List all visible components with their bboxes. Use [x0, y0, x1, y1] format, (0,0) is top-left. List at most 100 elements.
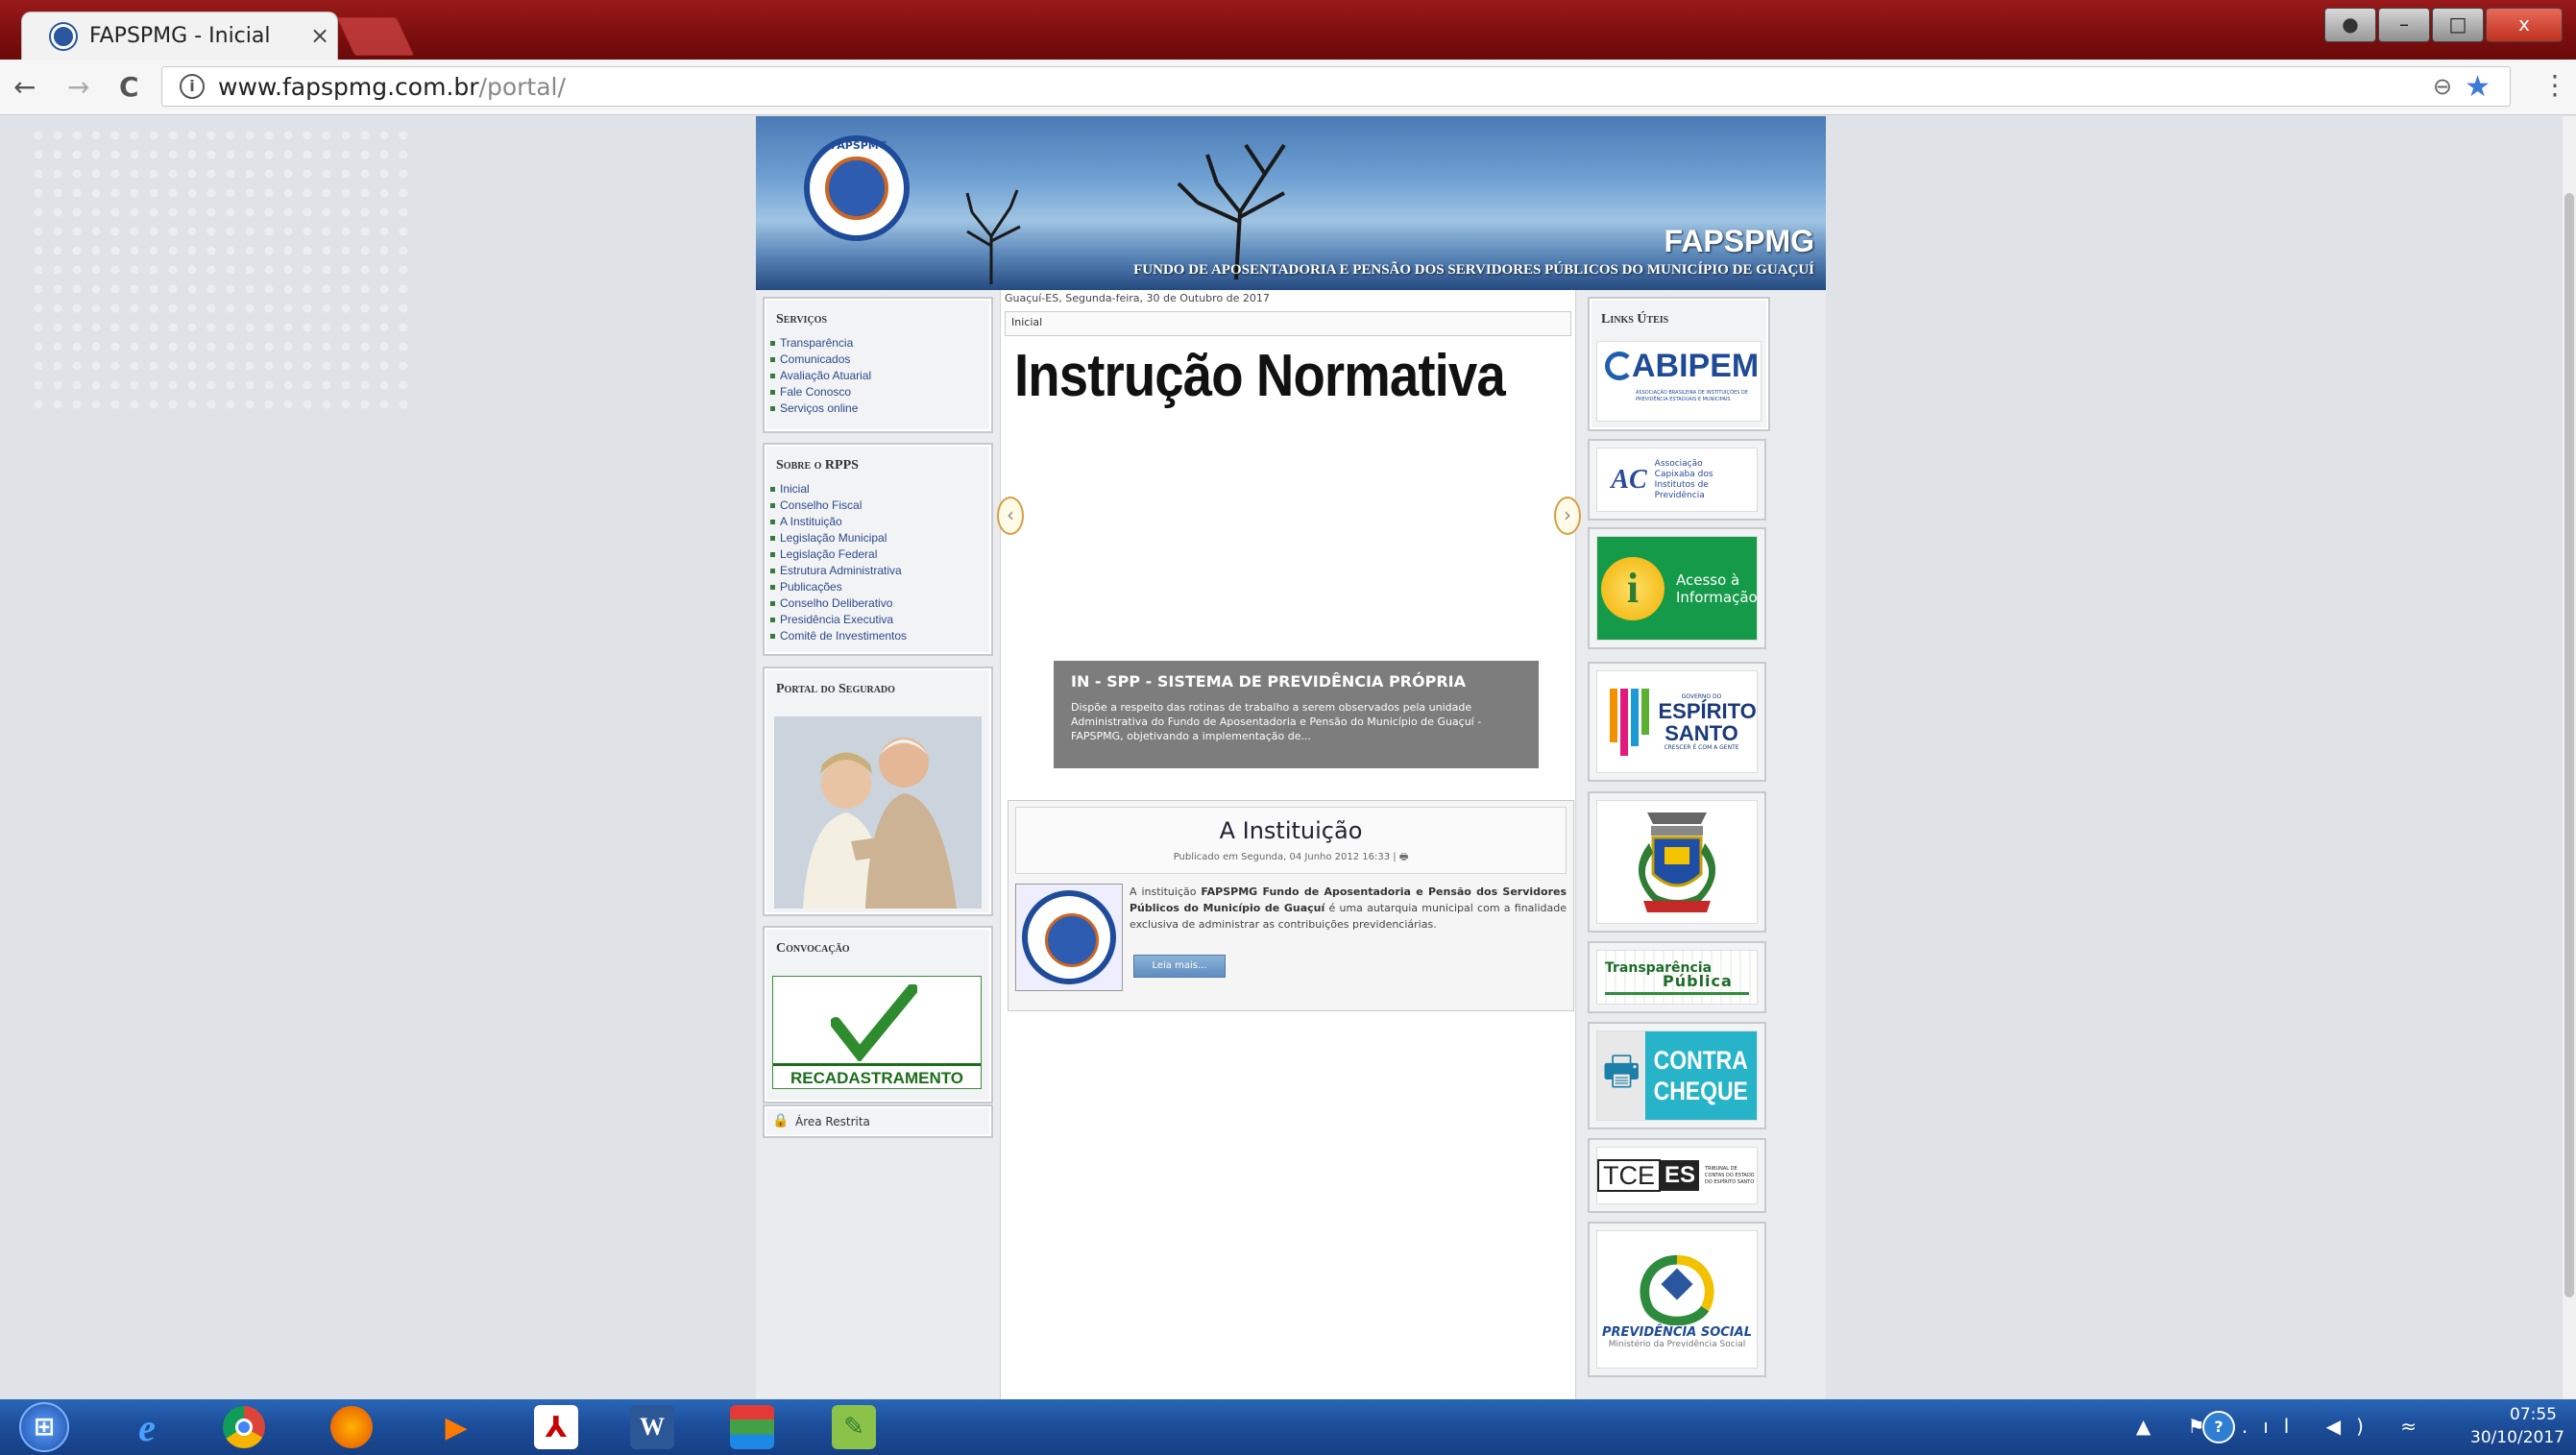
system-tray: ? ▲ ⚑ .ıl ◀) ≈ 07:55 30/10/2017 — [2115, 1403, 2564, 1451]
menu-item-legislacao-municipal[interactable]: Legislação Municipal — [770, 530, 985, 546]
transparencia-publica-link-box[interactable]: Transparência Pública — [1588, 941, 1766, 1013]
media-player-icon[interactable]: ▶ — [434, 1405, 478, 1449]
menu-item-conselho-deliberativo[interactable]: Conselho Deliberativo — [770, 595, 985, 612]
slide-next-icon[interactable]: › — [1554, 497, 1581, 535]
read-more-button[interactable]: Leia mais... — [1133, 955, 1226, 978]
fapspmg-logo[interactable]: FAPSPMG — [804, 135, 910, 241]
acesso-info-link-box[interactable]: i Acesso à Informação — [1588, 527, 1766, 649]
article-title[interactable]: A Instituição — [1016, 817, 1566, 844]
abipem-label: ABIPEM — [1632, 348, 1760, 384]
contracheque-link-box[interactable]: 🖶 CONTRA CHEQUE — [1588, 1022, 1766, 1129]
word-icon[interactable]: W — [630, 1405, 674, 1449]
notepad-icon[interactable]: ✎ — [832, 1405, 876, 1449]
zoom-icon[interactable]: ⊖ — [2433, 73, 2452, 100]
area-restrita-link[interactable]: Área Restrita — [795, 1115, 870, 1128]
breadcrumb: Inicial — [1005, 311, 1571, 336]
recadastramento-banner[interactable]: RECADASTRAMENTO — [772, 976, 982, 1089]
abipem-link[interactable]: ABIPEM ASSOCIAÇÃO BRASILEIRA DE INSTITUI… — [1596, 341, 1762, 422]
menu-item-legislacao-federal[interactable]: Legislação Federal — [770, 546, 985, 563]
tab-title: FAPSPMG - Inicial — [89, 24, 271, 48]
contracheque-link[interactable]: 🖶 CONTRA CHEQUE — [1596, 1031, 1758, 1121]
menu-item-fale-conosco[interactable]: Fale Conosco — [770, 384, 985, 400]
reload-button[interactable]: C — [119, 71, 139, 103]
convocacao-box: Convocação RECADASTRAMENTO — [763, 926, 993, 1103]
article-meta: Publicado em Segunda, 04 Junho 2012 16:3… — [1016, 850, 1566, 866]
menu-item-comunicados[interactable]: Comunicados — [770, 352, 985, 368]
menu-item-avaliacao-atuarial[interactable]: Avaliação Atuarial — [770, 368, 985, 384]
print-icon[interactable]: 🖶 — [1399, 852, 1408, 862]
clock-time: 07:55 — [2510, 1405, 2557, 1424]
internet-explorer-icon[interactable]: e — [125, 1405, 169, 1449]
tree-illustration — [1177, 143, 1286, 279]
espirito-santo-link-box[interactable]: GOVERNO DO ESPÍRITO SANTO CRESCER É COM … — [1588, 662, 1766, 782]
contracheque-label-2: CHEQUE — [1654, 1077, 1749, 1105]
back-button[interactable]: ← — [13, 71, 36, 103]
menu-item-conselho-fiscal[interactable]: Conselho Fiscal — [770, 497, 985, 514]
browser-tab[interactable]: FAPSPMG - Inicial × — [21, 12, 338, 61]
forward-button[interactable]: → — [67, 71, 89, 103]
es-main: ESPÍRITO SANTO — [1658, 698, 1757, 745]
page-viewport: FAPSPMG FAPSPMG FUNDO DE APOSENTADORIA E… — [0, 116, 2563, 1399]
menu-item-transparencia[interactable]: Transparência — [770, 335, 985, 352]
slide-prev-icon[interactable]: ‹ — [997, 497, 1024, 535]
acesso-info-link[interactable]: i Acesso à Informação — [1596, 536, 1758, 641]
site-container: FAPSPMG FAPSPMG FUNDO DE APOSENTADORIA E… — [756, 116, 1826, 1399]
site-info-icon[interactable]: i — [180, 74, 205, 99]
scrollbar-thumb[interactable] — [2564, 193, 2574, 1297]
area-restrita-box[interactable]: 🔒 Área Restrita — [763, 1104, 993, 1138]
maximize-button[interactable]: □ — [2432, 8, 2484, 42]
menu-item-inicial[interactable]: Inicial — [770, 481, 985, 497]
tray-icons[interactable]: ▲ ⚑ .ıl ◀) ≈ — [2136, 1415, 2432, 1438]
user-profile-icon[interactable]: ● — [2324, 8, 2376, 42]
menu-item-a-instituicao[interactable]: A Instituição — [770, 514, 985, 530]
article-body: A instituição FAPSPMG Fundo de Aposentad… — [1130, 884, 1567, 933]
previdencia-social-link-box[interactable]: PREVIDÊNCIA SOCIAL Ministério da Previdê… — [1588, 1222, 1766, 1377]
portal-segurado-photo[interactable] — [774, 716, 982, 909]
address-bar[interactable]: i www.fapspmg.com.br/portal/ ⊖ ★ — [161, 66, 2511, 107]
tce-es-label: ES — [1661, 1160, 1700, 1191]
close-window-button[interactable]: x — [2486, 8, 2563, 42]
menu-item-comite-investimentos[interactable]: Comitê de Investimentos — [770, 628, 985, 644]
info-icon: i — [1601, 556, 1665, 620]
minimize-button[interactable]: – — [2378, 8, 2430, 42]
menu-item-presidencia-executiva[interactable]: Presidência Executiva — [770, 612, 985, 628]
tab-close-icon[interactable]: × — [310, 22, 329, 49]
url-host: www.fapspmg.com.br — [218, 73, 479, 101]
previdencia-social-link[interactable]: PREVIDÊNCIA SOCIAL Ministério da Previdê… — [1596, 1230, 1758, 1369]
transparencia-publica-link[interactable]: Transparência Pública — [1596, 950, 1758, 1005]
site-banner: FAPSPMG FAPSPMG FUNDO DE APOSENTADORIA E… — [756, 116, 1826, 290]
banner-subtitle: FUNDO DE APOSENTADORIA E PENSÃO DOS SERV… — [1133, 262, 1814, 278]
espirito-santo-link[interactable]: GOVERNO DO ESPÍRITO SANTO CRESCER É COM … — [1596, 670, 1758, 773]
browser-titlebar: FAPSPMG - Inicial × ● – □ x — [0, 0, 2576, 61]
acrobat-icon[interactable]: ⅄ — [534, 1405, 578, 1449]
page-scrollbar[interactable] — [2563, 116, 2576, 1399]
menu-item-estrutura-administrativa[interactable]: Estrutura Administrativa — [770, 563, 985, 579]
menu-item-servicos-online[interactable]: Serviços online — [770, 400, 985, 417]
links-column: Links Úteis ABIPEM ASSOCIAÇÃO BRASILEIRA… — [1588, 297, 1772, 1401]
tce-label: TCE — [1597, 1159, 1661, 1192]
start-button[interactable]: ⊞ — [19, 1402, 69, 1452]
previdencia-logo-icon — [1640, 1254, 1714, 1325]
banner-brand: FAPSPMG — [1664, 224, 1814, 258]
tce-link-box[interactable]: TCE ES TRIBUNAL DE CONTAS DO ESTADO DO E… — [1588, 1138, 1766, 1213]
slide-heading[interactable]: Instrução Normativa — [1014, 342, 1506, 410]
winrar-icon[interactable] — [730, 1405, 774, 1449]
slide-caption[interactable]: IN - SPP - SISTEMA DE PREVIDÊNCIA PRÓPRI… — [1054, 661, 1539, 768]
acip-link-box[interactable]: AC Associação Capixaba dos Institutos de… — [1588, 439, 1766, 521]
chrome-icon[interactable] — [223, 1406, 265, 1448]
url-path: /portal/ — [478, 73, 566, 101]
recadastramento-label: RECADASTRAMENTO — [773, 1063, 981, 1088]
tce-link[interactable]: TCE ES TRIBUNAL DE CONTAS DO ESTADO DO E… — [1596, 1147, 1758, 1204]
browser-menu-icon[interactable]: ⋮ — [2541, 69, 2568, 101]
prefeitura-link[interactable] — [1596, 800, 1758, 924]
acip-link[interactable]: AC Associação Capixaba dos Institutos de… — [1596, 448, 1758, 512]
prefeitura-link-box[interactable] — [1588, 791, 1766, 933]
menu-item-publicacoes[interactable]: Publicações — [770, 579, 985, 595]
slide-caption-title: IN - SPP - SISTEMA DE PREVIDÊNCIA PRÓPRI… — [1071, 672, 1466, 691]
clock[interactable]: 07:55 30/10/2017 — [2470, 1403, 2564, 1449]
bookmark-star-icon[interactable]: ★ — [2465, 70, 2491, 104]
new-tab-button[interactable] — [336, 17, 415, 56]
transparencia-label-2: Pública — [1663, 971, 1733, 990]
background-pattern — [29, 126, 413, 414]
firefox-icon[interactable] — [330, 1406, 373, 1448]
